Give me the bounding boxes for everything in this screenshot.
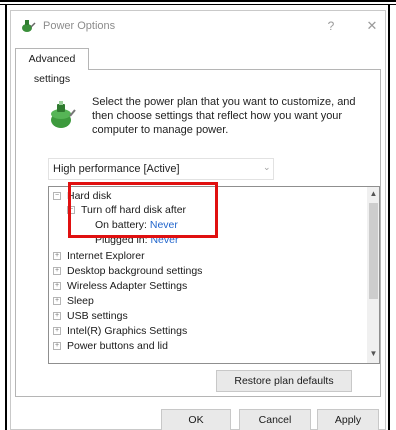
setting-plugged-in: Plugged in: Never (95, 233, 178, 247)
collapse-icon[interactable]: − (67, 206, 75, 214)
tree-item-label: Turn off hard disk after (81, 204, 187, 216)
on-battery-label: On battery: (95, 219, 147, 231)
tree-item-label: USB settings (67, 310, 128, 322)
expand-icon[interactable]: + (53, 297, 61, 305)
tree-item-label: Hard disk (67, 190, 112, 202)
screenshot-border-right (388, 4, 390, 430)
tree-item-label: Sleep (67, 295, 94, 307)
expand-icon[interactable]: + (53, 267, 61, 275)
description-text: Select the power plan that you want to c… (92, 96, 356, 136)
help-button[interactable]: ? (323, 17, 339, 35)
power-options-icon (20, 18, 36, 34)
screenshot-border-left (5, 4, 7, 430)
plugged-in-label: Plugged in: (95, 234, 148, 246)
setting-on-battery: On battery: Never (95, 218, 178, 232)
screenshot-border-top (0, 0, 396, 2)
on-battery-value-link[interactable]: Never (150, 219, 178, 231)
expand-icon[interactable]: + (53, 282, 61, 290)
close-button[interactable]: ✕ (363, 17, 381, 35)
expand-icon[interactable]: + (53, 312, 61, 320)
tree-scrollbar[interactable]: ▲ ▼ (367, 187, 379, 363)
title-bar: Power Options ? ✕ (11, 11, 385, 41)
tab-advanced-settings[interactable]: Advanced settings (15, 48, 89, 85)
scroll-thumb[interactable] (369, 203, 378, 299)
power-options-dialog: Power Options ? ✕ Advanced settings Sele… (10, 10, 386, 430)
scroll-down-icon[interactable]: ▼ (367, 349, 379, 361)
collapse-icon[interactable]: − (53, 192, 61, 200)
cancel-button[interactable]: Cancel (239, 409, 311, 430)
apply-button[interactable]: Apply (317, 409, 379, 430)
tree-item-label: Internet Explorer (67, 250, 145, 262)
scroll-up-icon[interactable]: ▲ (367, 189, 379, 201)
ok-button[interactable]: OK (161, 409, 231, 430)
chevron-down-icon: ⌄ (263, 162, 271, 172)
window-title: Power Options (43, 20, 116, 32)
power-plan-icon (46, 100, 76, 130)
tree-item-label: Wireless Adapter Settings (67, 280, 188, 292)
power-plan-dropdown[interactable]: High performance [Active] ⌄ (48, 158, 274, 180)
plugged-in-value-link[interactable]: Never (150, 234, 178, 246)
expand-icon[interactable]: + (53, 327, 61, 335)
screenshot-border-top-inner (0, 4, 396, 5)
settings-tree: − Hard disk − Turn off hard disk after O… (48, 186, 380, 364)
advanced-settings-panel: Select the power plan that you want to c… (15, 69, 381, 397)
expand-icon[interactable]: + (53, 342, 61, 350)
tree-item-label: Desktop background settings (67, 265, 203, 277)
power-plan-selected: High performance [Active] (53, 163, 180, 175)
tree-item-label: Power buttons and lid (67, 340, 168, 352)
expand-icon[interactable]: + (53, 252, 61, 260)
tree-item-label: Intel(R) Graphics Settings (67, 325, 188, 337)
restore-plan-defaults-button[interactable]: Restore plan defaults (216, 370, 352, 392)
